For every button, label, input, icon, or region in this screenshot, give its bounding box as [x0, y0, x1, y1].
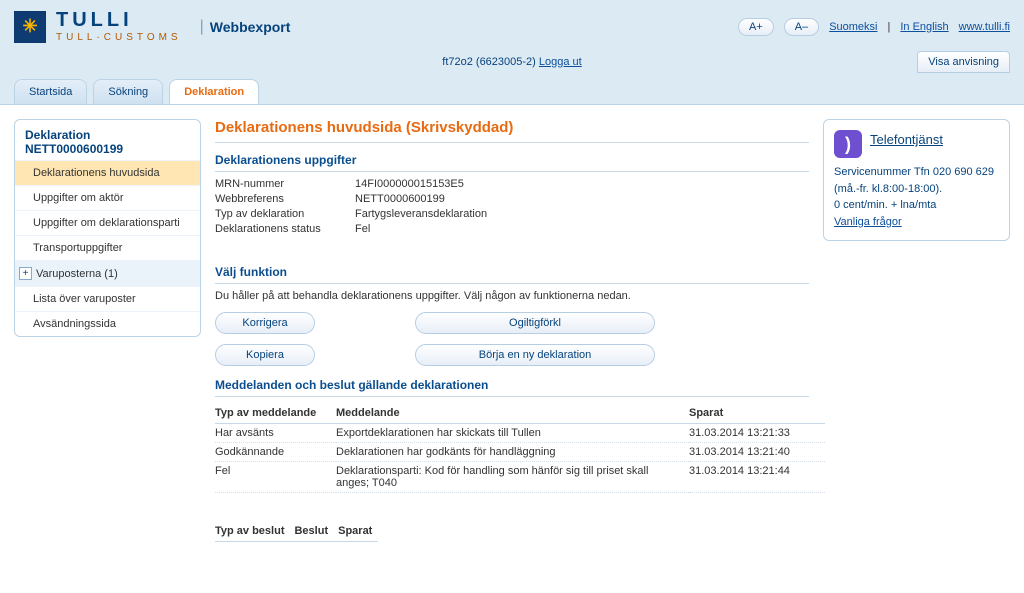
- message-table: Typ av meddelande Meddelande Sparat Har …: [215, 403, 825, 493]
- header-right: A+ A– Suomeksi | In English www.tulli.fi: [738, 18, 1010, 36]
- zoom-in-button[interactable]: A+: [738, 18, 774, 36]
- sidebar-item-goodslist[interactable]: Lista över varuposter: [15, 286, 200, 311]
- phone-service-line2: 0 cent/min. + lna/mta: [834, 197, 999, 214]
- table-row: Har avsänts Exportdeklarationen har skic…: [215, 424, 825, 443]
- dec-th-dec: Beslut: [290, 521, 334, 542]
- dec-th-type: Typ av beslut: [215, 521, 290, 542]
- sidebar-item-party[interactable]: Uppgifter om deklarationsparti: [15, 210, 200, 235]
- kv-status: Deklarationens status Fel: [215, 223, 809, 235]
- logout-link[interactable]: Logga ut: [539, 56, 582, 68]
- table-row: Fel Deklarationsparti: Kod för handling …: [215, 462, 825, 493]
- fn-instruction: Du håller på att behandla deklarationens…: [215, 290, 809, 302]
- msg-th-msg: Meddelande: [336, 403, 689, 424]
- user-info: ft72o2 (6623005-2) Logga ut: [442, 56, 581, 68]
- phone-service-line1: Servicenummer Tfn 020 690 629 (må.-fr. k…: [834, 164, 999, 197]
- show-instructions-button[interactable]: Visa anvisning: [917, 51, 1010, 73]
- rp-head: ( Telefontjänst: [834, 130, 999, 158]
- new-declaration-button[interactable]: Börja en ny deklaration: [415, 344, 655, 366]
- header-info: ft72o2 (6623005-2) Logga ut Visa anvisni…: [0, 47, 1024, 73]
- copy-button[interactable]: Kopiera: [215, 344, 315, 366]
- faq-link[interactable]: Vanliga frågor: [834, 216, 902, 228]
- expand-icon[interactable]: +: [19, 267, 32, 280]
- info-heading: Deklarationens uppgifter: [215, 153, 809, 172]
- msg-th-saved: Sparat: [689, 403, 825, 424]
- msg-th-type: Typ av meddelande: [215, 403, 336, 424]
- logo-icon: ✳: [14, 11, 46, 43]
- phone-icon: (: [834, 130, 862, 158]
- sidebar-item-transport[interactable]: Transportuppgifter: [15, 235, 200, 260]
- sidebar-item-main[interactable]: Deklarationens huvudsida: [15, 160, 200, 185]
- msg-heading: Meddelanden och beslut gällande deklarat…: [215, 378, 809, 397]
- sidebar-title: Deklaration NETT0000600199: [15, 120, 200, 160]
- tab-row: Startsida Sökning Deklaration: [0, 79, 1024, 104]
- sidebar: Deklaration NETT0000600199 Deklarationen…: [14, 119, 201, 337]
- divider: |: [200, 18, 204, 36]
- dec-th-saved: Sparat: [334, 521, 378, 542]
- brand-main: TULLI: [56, 10, 182, 30]
- brand: TULLI TULL·CUSTOMS: [56, 10, 182, 43]
- sidebar-item-actor[interactable]: Uppgifter om aktör: [15, 185, 200, 210]
- tab-sokning[interactable]: Sökning: [93, 79, 163, 104]
- sidebar-item-sendpage[interactable]: Avsändningssida: [15, 311, 200, 336]
- page-title: Deklarationens huvudsida (Skrivskyddad): [215, 119, 809, 143]
- app-title: Webbexport: [210, 19, 291, 35]
- phone-service-panel: ( Telefontjänst Servicenummer Tfn 020 69…: [823, 119, 1010, 241]
- decision-table: Typ av beslut Beslut Sparat: [215, 521, 378, 542]
- kv-webref: Webbreferens NETT0000600199: [215, 193, 809, 205]
- tab-startsida[interactable]: Startsida: [14, 79, 87, 104]
- tab-deklaration[interactable]: Deklaration: [169, 79, 259, 104]
- invalidate-button[interactable]: Ogiltigförkl: [415, 312, 655, 334]
- table-row: Godkännande Deklarationen har godkänts f…: [215, 443, 825, 462]
- zoom-out-button[interactable]: A–: [784, 18, 819, 36]
- kv-mrn: MRN-nummer 14FI000000015153E5: [215, 178, 809, 190]
- kv-type: Typ av deklaration Fartygsleveransdeklar…: [215, 208, 809, 220]
- brand-sub: TULL·CUSTOMS: [56, 32, 182, 43]
- top-banner: ✳ TULLI TULL·CUSTOMS | Webbexport A+ A– …: [0, 0, 1024, 47]
- main: Deklarationens huvudsida (Skrivskyddad) …: [215, 119, 809, 542]
- lang-en-link[interactable]: In English: [900, 21, 948, 33]
- button-grid: Korrigera Ogiltigförkl Kopiera Börja en …: [215, 312, 655, 366]
- lang-fi-link[interactable]: Suomeksi: [829, 21, 877, 33]
- fn-heading: Välj funktion: [215, 265, 809, 284]
- site-link[interactable]: www.tulli.fi: [959, 21, 1010, 33]
- content: Deklaration NETT0000600199 Deklarationen…: [0, 104, 1024, 593]
- sidebar-item-goods[interactable]: + Varuposterna (1): [15, 260, 200, 286]
- correct-button[interactable]: Korrigera: [215, 312, 315, 334]
